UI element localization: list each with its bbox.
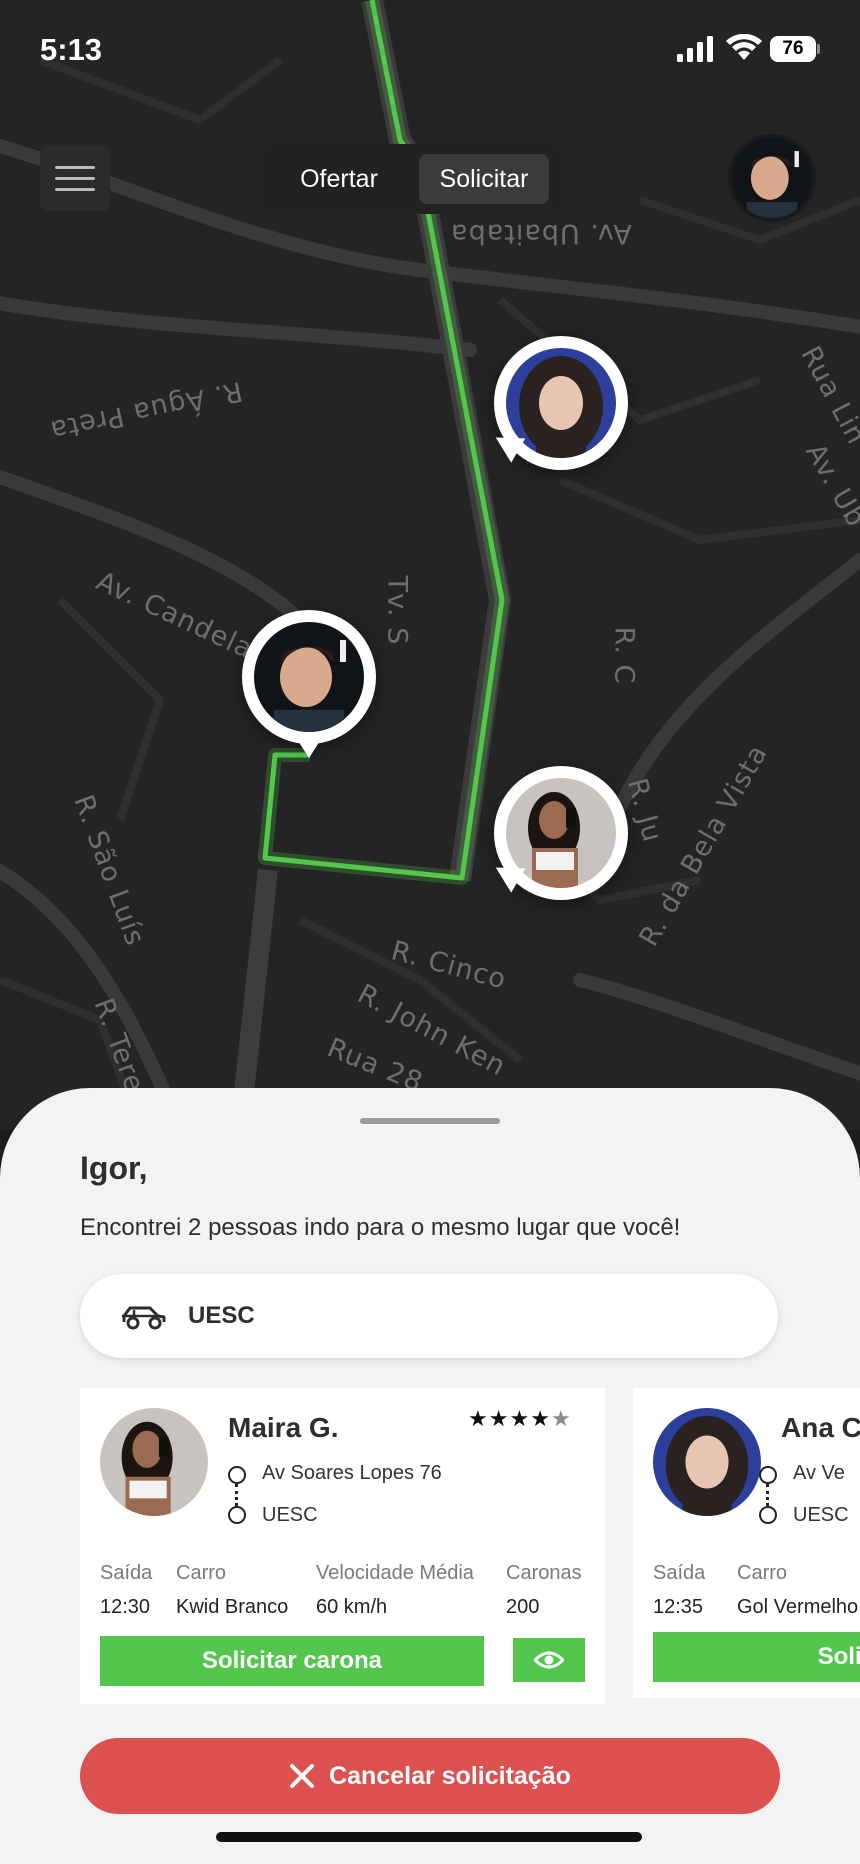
car-label: Carro — [737, 1562, 788, 1584]
departure-label: Saída — [100, 1562, 153, 1584]
street-label: Tv. S — [381, 575, 413, 646]
home-indicator[interactable] — [216, 1832, 642, 1842]
signal-icon — [677, 36, 713, 62]
avatar — [653, 1408, 761, 1516]
car-model: Gol Vermelho — [737, 1596, 859, 1618]
departure-time: 12:30 — [100, 1596, 151, 1618]
speed-label: Velocidade Média — [316, 1562, 474, 1584]
star-icon: ★ — [468, 1406, 489, 1431]
destination-dot-icon — [759, 1506, 777, 1524]
driver-name: Maira G. — [228, 1412, 339, 1443]
hamburger-icon — [55, 187, 95, 191]
close-icon — [290, 1764, 315, 1788]
rating-stars: ★★★★★ — [468, 1406, 572, 1432]
origin-dot-icon — [228, 1466, 246, 1484]
hamburger-icon — [55, 176, 95, 180]
destination-label: UESC — [188, 1302, 255, 1329]
destination-dot-icon — [228, 1506, 246, 1524]
sheet-handle[interactable] — [360, 1118, 500, 1124]
star-icon: ★ — [488, 1406, 510, 1431]
street-label: Av. Ubaitaba — [450, 218, 632, 249]
route-dotted-line — [235, 1484, 238, 1506]
eye-icon — [534, 1651, 564, 1669]
tab-solicitar[interactable]: Solicitar — [419, 154, 549, 204]
origin-dot-icon — [759, 1466, 777, 1484]
map-pin-me[interactable] — [242, 610, 376, 758]
ride-card[interactable]: Ana C Av Ve UESC Saída Carro 12:35 Gol V… — [633, 1388, 860, 1698]
cancel-label: Cancelar solicitação — [329, 1761, 571, 1790]
tab-ofertar[interactable]: Ofertar — [269, 154, 409, 204]
battery-icon: 76 — [770, 36, 820, 62]
map-pin-maira[interactable] — [488, 766, 628, 900]
departure-time: 12:35 — [653, 1596, 704, 1618]
battery-cap — [817, 44, 820, 54]
hamburger-icon — [55, 165, 95, 169]
found-message: Encontrei 2 pessoas indo para o mesmo lu… — [80, 1214, 681, 1241]
cancel-request-button[interactable]: Cancelar solicitação — [80, 1738, 780, 1814]
departure-label: Saída — [653, 1562, 706, 1584]
map-pin-ana[interactable] — [488, 336, 628, 470]
star-icon: ★ — [509, 1406, 531, 1431]
driver-name: Ana C — [781, 1412, 860, 1443]
origin-address: Av Soares Lopes 76 — [262, 1462, 442, 1484]
origin-address: Av Ve — [793, 1462, 845, 1484]
car-model: Kwid Branco — [176, 1596, 289, 1618]
bottom-sheet: Igor, Encontrei 2 pessoas indo para o me… — [0, 1088, 860, 1864]
profile-avatar[interactable] — [728, 134, 816, 222]
wifi-icon — [726, 34, 762, 60]
ride-cards-carousel[interactable]: Maira G. ★★★★★ Av Soares Lopes 76 UESC S… — [80, 1388, 860, 1708]
star-icon: ★ — [530, 1406, 551, 1431]
greeting: Igor, — [80, 1150, 148, 1186]
request-ride-button[interactable]: Solicita — [653, 1632, 860, 1682]
status-time: 5:13 — [40, 32, 103, 67]
route-dotted-line — [766, 1484, 769, 1506]
status-bar: 5:13 76 — [0, 0, 860, 100]
avatar — [100, 1408, 208, 1516]
destination-bar[interactable]: UESC — [80, 1274, 778, 1358]
average-speed: 60 km/h — [316, 1596, 388, 1618]
pin-tail — [295, 736, 323, 758]
destination-address: UESC — [262, 1504, 318, 1526]
rides-label: Caronas — [506, 1562, 582, 1584]
request-ride-button[interactable]: Solicitar carona — [100, 1636, 484, 1686]
ride-count: 200 — [506, 1596, 540, 1618]
view-details-button[interactable] — [513, 1638, 585, 1682]
mode-toggle: Ofertar Solicitar — [262, 144, 562, 214]
car-label: Carro — [176, 1562, 227, 1584]
street-label: R. C — [608, 626, 640, 685]
ride-card[interactable]: Maira G. ★★★★★ Av Soares Lopes 76 UESC S… — [80, 1388, 605, 1704]
menu-button[interactable] — [40, 145, 110, 211]
battery-level: 76 — [770, 36, 816, 62]
car-icon — [122, 1306, 166, 1330]
star-icon: ★ — [550, 1406, 572, 1431]
driver-photo — [254, 622, 364, 732]
destination-address: UESC — [793, 1504, 849, 1526]
